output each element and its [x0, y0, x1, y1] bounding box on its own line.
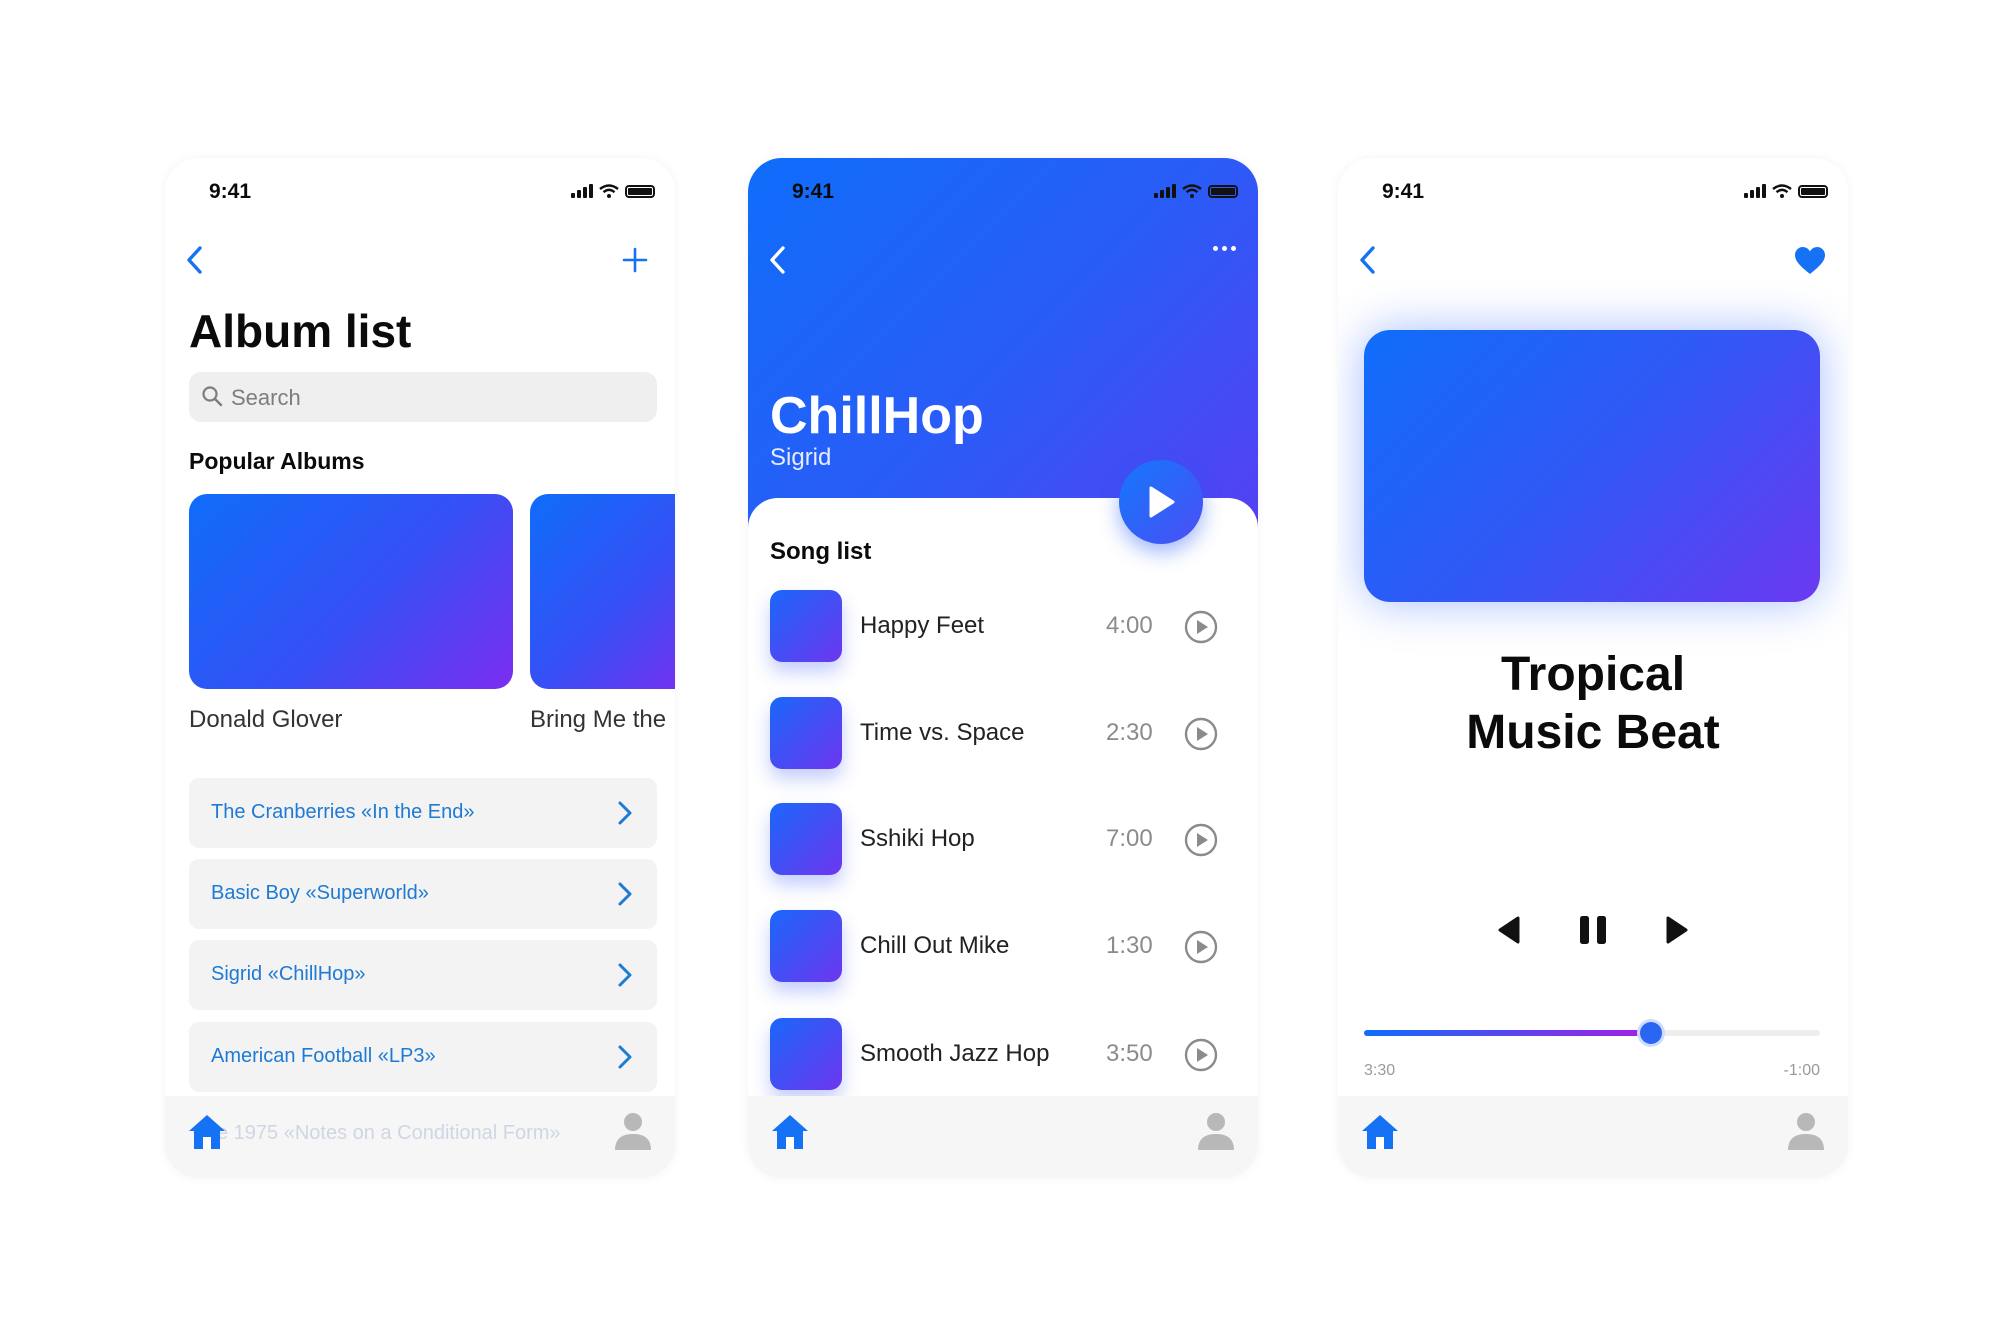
list-item-label: American Football «LP3» [211, 1045, 436, 1067]
status-icons [571, 184, 655, 198]
status-time: 9:41 [209, 180, 252, 203]
album-title: ChillHop [770, 387, 984, 445]
song-thumbnail [770, 910, 842, 982]
song-row[interactable]: Chill Out Mike 1:30 [770, 910, 1220, 984]
play-icon[interactable] [1184, 823, 1218, 857]
user-icon[interactable] [1786, 1110, 1826, 1152]
progress-slider[interactable] [1364, 1022, 1820, 1044]
album-card[interactable] [530, 494, 675, 689]
section-title: Song list [770, 538, 872, 565]
progress-knob[interactable] [1640, 1022, 1663, 1044]
chevron-right-icon [618, 963, 632, 987]
song-thumbnail [770, 1018, 842, 1090]
playback-controls [1338, 912, 1848, 952]
song-row[interactable]: Smooth Jazz Hop 3:50 [770, 1018, 1220, 1092]
song-duration: 3:50 [1106, 1040, 1153, 1067]
song-row[interactable]: Time vs. Space 2:30 [770, 697, 1220, 771]
home-icon[interactable] [770, 1112, 810, 1152]
wifi-icon [599, 184, 619, 198]
wifi-icon [1182, 184, 1202, 198]
album-card-label: Donald Glover [189, 706, 343, 733]
plus-icon[interactable] [621, 246, 649, 274]
back-icon[interactable] [1356, 244, 1380, 276]
song-row[interactable]: Sshiki Hop 7:00 [770, 803, 1220, 877]
status-icons [1154, 184, 1238, 198]
user-icon[interactable] [1196, 1110, 1236, 1152]
search-placeholder: Search [231, 385, 301, 410]
progress-fill [1364, 1030, 1652, 1036]
wifi-icon [1772, 184, 1792, 198]
song-thumbnail [770, 803, 842, 875]
signal-icon [571, 184, 593, 198]
album-artist: Sigrid [770, 444, 832, 471]
tab-bar [748, 1096, 1258, 1178]
song-duration: 2:30 [1106, 719, 1153, 746]
play-button[interactable] [1119, 460, 1203, 544]
elapsed-time: 3:30 [1364, 1062, 1396, 1079]
song-thumbnail [770, 697, 842, 769]
home-icon[interactable] [187, 1112, 227, 1152]
section-title: Popular Albums [189, 448, 365, 474]
play-icon[interactable] [1184, 717, 1218, 751]
album-card-label: Bring Me the [530, 706, 667, 733]
list-item[interactable]: American Football «LP3» [189, 1022, 657, 1092]
signal-icon [1154, 184, 1176, 198]
battery-icon [1798, 185, 1828, 198]
song-name: Time vs. Space [860, 719, 1025, 746]
song-name: Happy Feet [860, 612, 985, 639]
album-list-screen: 9:41 Album list Search Popular Albums Do… [165, 158, 675, 1178]
play-icon[interactable] [1184, 610, 1218, 644]
album-detail-screen: 9:41 ChillHop Sigrid Song list Happy Fee… [748, 158, 1258, 1178]
play-icon[interactable] [1184, 1038, 1218, 1072]
list-item-label: The Cranberries «In the End» [211, 801, 475, 823]
heart-icon[interactable] [1794, 246, 1826, 276]
search-input[interactable]: Search [189, 372, 657, 422]
chevron-right-icon [618, 801, 632, 825]
status-time: 9:41 [1382, 180, 1425, 203]
song-row[interactable]: Happy Feet 4:00 [770, 590, 1220, 664]
waveform[interactable] [1364, 798, 1820, 874]
battery-icon [1208, 185, 1238, 198]
song-thumbnail [770, 590, 842, 662]
chevron-right-icon [618, 1045, 632, 1069]
more-icon[interactable] [1213, 246, 1236, 251]
album-artwork [1364, 330, 1820, 602]
song-duration: 1:30 [1106, 932, 1153, 959]
back-icon[interactable] [183, 244, 207, 276]
song-name: Smooth Jazz Hop [860, 1040, 1050, 1067]
track-title: Tropical Music Beat [1466, 648, 1720, 759]
previous-icon[interactable] [1492, 912, 1526, 948]
home-icon[interactable] [1360, 1112, 1400, 1152]
next-icon[interactable] [1660, 912, 1694, 948]
obscured-list-item: e 1975 «Notes on a Conditional Form» [217, 1122, 561, 1144]
status-time: 9:41 [792, 180, 835, 203]
list-item[interactable]: Basic Boy «Superworld» [189, 859, 657, 929]
page-title: Album list [189, 305, 412, 357]
player-screen: 9:41 Tropical Music Beat 3:30 -1:00 [1338, 158, 1848, 1178]
status-icons [1744, 184, 1828, 198]
pause-icon[interactable] [1576, 912, 1610, 948]
remaining-time: -1:00 [1783, 1062, 1820, 1079]
back-icon[interactable] [766, 244, 790, 276]
song-duration: 4:00 [1106, 612, 1153, 639]
song-name: Sshiki Hop [860, 825, 975, 852]
user-icon[interactable] [613, 1110, 653, 1152]
battery-icon [625, 185, 655, 198]
search-icon [202, 386, 223, 407]
song-duration: 7:00 [1106, 825, 1153, 852]
chevron-right-icon [618, 882, 632, 906]
song-name: Chill Out Mike [860, 932, 1010, 959]
list-item[interactable]: Sigrid «ChillHop» [189, 940, 657, 1010]
tab-bar [1338, 1096, 1848, 1178]
album-card[interactable] [189, 494, 513, 689]
play-icon [1149, 486, 1175, 518]
play-icon[interactable] [1184, 930, 1218, 964]
list-item[interactable]: The Cranberries «In the End» [189, 778, 657, 848]
list-item-label: Sigrid «ChillHop» [211, 963, 366, 985]
list-item-label: Basic Boy «Superworld» [211, 882, 429, 904]
tab-bar: e 1975 «Notes on a Conditional Form» [165, 1096, 675, 1178]
signal-icon [1744, 184, 1766, 198]
